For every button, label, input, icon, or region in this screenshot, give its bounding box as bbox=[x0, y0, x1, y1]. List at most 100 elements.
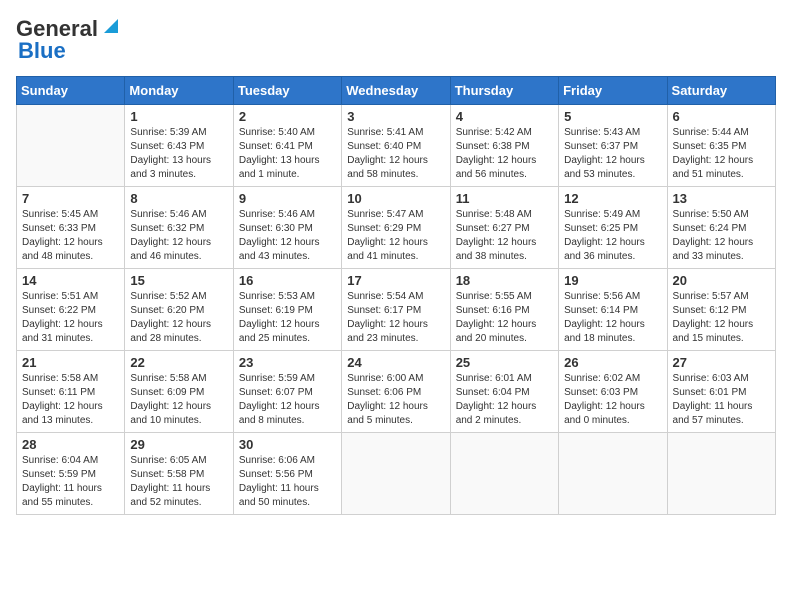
day-info: Sunrise: 6:02 AM Sunset: 6:03 PM Dayligh… bbox=[564, 372, 661, 428]
day-number: 12 bbox=[564, 191, 661, 206]
day-info: Sunrise: 5:42 AM Sunset: 6:38 PM Dayligh… bbox=[456, 126, 553, 182]
day-cell: 19 Sunrise: 5:56 AM Sunset: 6:14 PM Dayli… bbox=[559, 269, 667, 351]
week-row-4: 28 Sunrise: 6:04 AM Sunset: 5:59 PM Dayli… bbox=[17, 433, 776, 515]
day-number: 4 bbox=[456, 109, 553, 124]
day-info: Sunrise: 5:57 AM Sunset: 6:12 PM Dayligh… bbox=[673, 290, 770, 346]
weekday-header-row: SundayMondayTuesdayWednesdayThursdayFrid… bbox=[17, 77, 776, 105]
day-info: Sunrise: 5:49 AM Sunset: 6:25 PM Dayligh… bbox=[564, 208, 661, 264]
day-cell: 15Sunrise: 5:52 AM Sunset: 6:20 PM Dayli… bbox=[125, 269, 233, 351]
day-cell: 28 Sunrise: 6:04 AM Sunset: 5:59 PM Dayli… bbox=[17, 433, 125, 515]
day-number: 10 bbox=[347, 191, 444, 206]
week-row-0: 1 Sunrise: 5:39 AM Sunset: 6:43 PM Daylig… bbox=[17, 105, 776, 187]
weekday-header-sunday: Sunday bbox=[17, 77, 125, 105]
day-number: 23 bbox=[239, 355, 336, 370]
day-cell bbox=[667, 433, 775, 515]
day-info: Sunrise: 6:04 AM Sunset: 5:59 PM Dayligh… bbox=[22, 454, 119, 510]
day-info: Sunrise: 5:58 AM Sunset: 6:11 PM Dayligh… bbox=[22, 372, 119, 428]
day-number: 22 bbox=[130, 355, 227, 370]
day-info: Sunrise: 5:55 AM Sunset: 6:16 PM Dayligh… bbox=[456, 290, 553, 346]
day-cell: 1 Sunrise: 5:39 AM Sunset: 6:43 PM Daylig… bbox=[125, 105, 233, 187]
day-cell: 21 Sunrise: 5:58 AM Sunset: 6:11 PM Dayli… bbox=[17, 351, 125, 433]
weekday-header-tuesday: Tuesday bbox=[233, 77, 341, 105]
day-number: 15 bbox=[130, 273, 227, 288]
day-cell: 4 Sunrise: 5:42 AM Sunset: 6:38 PM Daylig… bbox=[450, 105, 558, 187]
logo: General Blue bbox=[16, 16, 122, 64]
day-number: 8 bbox=[130, 191, 227, 206]
day-info: Sunrise: 5:56 AM Sunset: 6:14 PM Dayligh… bbox=[564, 290, 661, 346]
day-number: 1 bbox=[130, 109, 227, 124]
day-cell: 26 Sunrise: 6:02 AM Sunset: 6:03 PM Dayli… bbox=[559, 351, 667, 433]
day-info: Sunrise: 5:51 AM Sunset: 6:22 PM Dayligh… bbox=[22, 290, 119, 346]
week-row-2: 14 Sunrise: 5:51 AM Sunset: 6:22 PM Dayli… bbox=[17, 269, 776, 351]
day-number: 16 bbox=[239, 273, 336, 288]
day-cell: 18Sunrise: 5:55 AM Sunset: 6:16 PM Dayli… bbox=[450, 269, 558, 351]
day-info: Sunrise: 5:43 AM Sunset: 6:37 PM Dayligh… bbox=[564, 126, 661, 182]
day-number: 19 bbox=[564, 273, 661, 288]
day-cell: 7 Sunrise: 5:45 AM Sunset: 6:33 PM Daylig… bbox=[17, 187, 125, 269]
day-number: 7 bbox=[22, 191, 119, 206]
day-info: Sunrise: 5:40 AM Sunset: 6:41 PM Dayligh… bbox=[239, 126, 336, 182]
day-number: 6 bbox=[673, 109, 770, 124]
day-cell: 5 Sunrise: 5:43 AM Sunset: 6:37 PM Daylig… bbox=[559, 105, 667, 187]
weekday-header-friday: Friday bbox=[559, 77, 667, 105]
day-cell: 30 Sunrise: 6:06 AM Sunset: 5:56 PM Dayli… bbox=[233, 433, 341, 515]
day-number: 2 bbox=[239, 109, 336, 124]
day-info: Sunrise: 5:45 AM Sunset: 6:33 PM Dayligh… bbox=[22, 208, 119, 264]
day-cell: 11Sunrise: 5:48 AM Sunset: 6:27 PM Dayli… bbox=[450, 187, 558, 269]
day-cell: 16 Sunrise: 5:53 AM Sunset: 6:19 PM Dayli… bbox=[233, 269, 341, 351]
day-info: Sunrise: 6:05 AM Sunset: 5:58 PM Dayligh… bbox=[130, 454, 227, 510]
day-number: 21 bbox=[22, 355, 119, 370]
day-info: Sunrise: 5:39 AM Sunset: 6:43 PM Dayligh… bbox=[130, 126, 227, 182]
day-cell: 13 Sunrise: 5:50 AM Sunset: 6:24 PM Dayli… bbox=[667, 187, 775, 269]
day-number: 27 bbox=[673, 355, 770, 370]
day-cell: 2 Sunrise: 5:40 AM Sunset: 6:41 PM Daylig… bbox=[233, 105, 341, 187]
day-info: Sunrise: 5:53 AM Sunset: 6:19 PM Dayligh… bbox=[239, 290, 336, 346]
day-number: 3 bbox=[347, 109, 444, 124]
day-cell bbox=[342, 433, 450, 515]
day-number: 5 bbox=[564, 109, 661, 124]
day-cell: 23 Sunrise: 5:59 AM Sunset: 6:07 PM Dayli… bbox=[233, 351, 341, 433]
day-info: Sunrise: 5:44 AM Sunset: 6:35 PM Dayligh… bbox=[673, 126, 770, 182]
day-info: Sunrise: 6:00 AM Sunset: 6:06 PM Dayligh… bbox=[347, 372, 444, 428]
day-cell: 27 Sunrise: 6:03 AM Sunset: 6:01 PM Dayli… bbox=[667, 351, 775, 433]
day-cell: 17 Sunrise: 5:54 AM Sunset: 6:17 PM Dayli… bbox=[342, 269, 450, 351]
day-number: 9 bbox=[239, 191, 336, 206]
weekday-header-thursday: Thursday bbox=[450, 77, 558, 105]
day-number: 13 bbox=[673, 191, 770, 206]
day-info: Sunrise: 6:01 AM Sunset: 6:04 PM Dayligh… bbox=[456, 372, 553, 428]
page-header: General Blue bbox=[16, 16, 776, 64]
day-number: 11 bbox=[456, 191, 553, 206]
day-info: Sunrise: 5:46 AM Sunset: 6:32 PM Dayligh… bbox=[130, 208, 227, 264]
day-number: 20 bbox=[673, 273, 770, 288]
day-info: Sunrise: 5:47 AM Sunset: 6:29 PM Dayligh… bbox=[347, 208, 444, 264]
weekday-header-wednesday: Wednesday bbox=[342, 77, 450, 105]
day-cell: 12 Sunrise: 5:49 AM Sunset: 6:25 PM Dayli… bbox=[559, 187, 667, 269]
day-number: 28 bbox=[22, 437, 119, 452]
weekday-header-monday: Monday bbox=[125, 77, 233, 105]
day-info: Sunrise: 5:41 AM Sunset: 6:40 PM Dayligh… bbox=[347, 126, 444, 182]
day-cell: 22Sunrise: 5:58 AM Sunset: 6:09 PM Dayli… bbox=[125, 351, 233, 433]
day-info: Sunrise: 5:59 AM Sunset: 6:07 PM Dayligh… bbox=[239, 372, 336, 428]
day-number: 30 bbox=[239, 437, 336, 452]
day-info: Sunrise: 6:03 AM Sunset: 6:01 PM Dayligh… bbox=[673, 372, 770, 428]
day-info: Sunrise: 5:46 AM Sunset: 6:30 PM Dayligh… bbox=[239, 208, 336, 264]
day-number: 25 bbox=[456, 355, 553, 370]
day-number: 29 bbox=[130, 437, 227, 452]
logo-icon bbox=[100, 15, 122, 37]
day-info: Sunrise: 5:50 AM Sunset: 6:24 PM Dayligh… bbox=[673, 208, 770, 264]
day-cell: 10 Sunrise: 5:47 AM Sunset: 6:29 PM Dayli… bbox=[342, 187, 450, 269]
day-cell bbox=[450, 433, 558, 515]
day-cell: 8 Sunrise: 5:46 AM Sunset: 6:32 PM Daylig… bbox=[125, 187, 233, 269]
day-number: 14 bbox=[22, 273, 119, 288]
day-info: Sunrise: 6:06 AM Sunset: 5:56 PM Dayligh… bbox=[239, 454, 336, 510]
logo-blue: Blue bbox=[18, 38, 66, 64]
day-number: 17 bbox=[347, 273, 444, 288]
day-number: 24 bbox=[347, 355, 444, 370]
day-cell: 24 Sunrise: 6:00 AM Sunset: 6:06 PM Dayli… bbox=[342, 351, 450, 433]
calendar-table: SundayMondayTuesdayWednesdayThursdayFrid… bbox=[16, 76, 776, 515]
week-row-3: 21 Sunrise: 5:58 AM Sunset: 6:11 PM Dayli… bbox=[17, 351, 776, 433]
day-number: 26 bbox=[564, 355, 661, 370]
day-info: Sunrise: 5:54 AM Sunset: 6:17 PM Dayligh… bbox=[347, 290, 444, 346]
day-cell: 3 Sunrise: 5:41 AM Sunset: 6:40 PM Daylig… bbox=[342, 105, 450, 187]
day-cell bbox=[17, 105, 125, 187]
